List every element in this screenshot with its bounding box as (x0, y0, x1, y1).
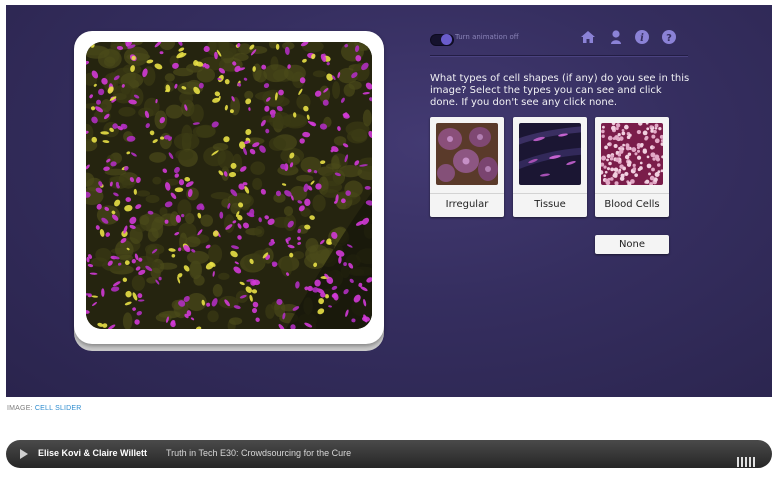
audio-player: Elise Kovi & Claire Willett Truth in Tec… (6, 440, 772, 468)
animation-toggle[interactable] (430, 34, 454, 46)
animation-toggle-label: Turn animation off (455, 33, 519, 41)
volume-bars-icon[interactable] (737, 449, 759, 467)
option-blood-cells[interactable]: Blood Cells (595, 117, 669, 217)
profile-icon[interactable] (608, 29, 624, 45)
play-icon[interactable] (20, 449, 28, 459)
svg-text:i: i (640, 33, 644, 44)
blood-cells-thumbnail (601, 123, 663, 185)
tissue-thumbnail (519, 123, 581, 185)
option-irregular[interactable]: Irregular (430, 117, 504, 217)
help-icon[interactable]: ? (661, 29, 677, 45)
home-icon[interactable] (580, 29, 596, 45)
irregular-thumbnail (436, 123, 498, 185)
header-divider (430, 55, 688, 56)
cell-sample-image (86, 42, 372, 329)
episode-hosts: Elise Kovi & Claire Willett (38, 448, 147, 458)
question-text: What types of cell shapes (if any) do yo… (430, 73, 690, 108)
option-tissue-label: Tissue (534, 199, 566, 210)
option-blood-cells-label: Blood Cells (604, 199, 660, 210)
cell-slider-link[interactable]: CELL SLIDER (35, 405, 82, 412)
none-button[interactable]: None (595, 235, 669, 254)
episode-title[interactable]: Truth in Tech E30: Crowdsourcing for the… (166, 448, 351, 458)
info-icon[interactable]: i (634, 29, 650, 45)
option-tissue[interactable]: Tissue (513, 117, 587, 217)
cell-slider-app: Turn animation off i ? What types of cel… (6, 5, 772, 397)
option-irregular-label: Irregular (445, 199, 489, 210)
image-caption: IMAGE: CELL SLIDER (7, 405, 82, 412)
svg-text:?: ? (666, 33, 672, 44)
caption-prefix: IMAGE: (7, 405, 33, 412)
